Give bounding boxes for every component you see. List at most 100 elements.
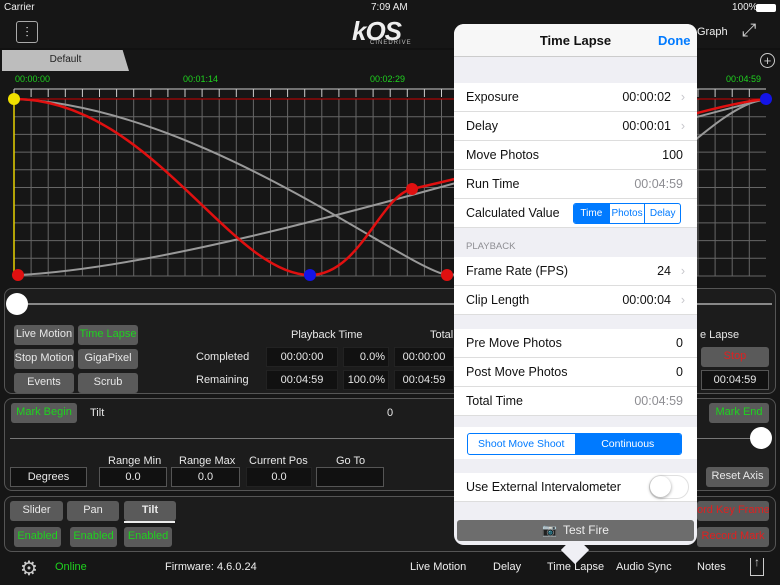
test-fire-button[interactable]: 📷 Test Fire	[457, 520, 694, 541]
axis-name: Tilt	[90, 407, 105, 419]
stop-button[interactable]: Stop	[701, 347, 769, 367]
move-photos-row[interactable]: Move Photos 100	[454, 141, 697, 170]
current-pos-field: 0.0	[246, 467, 312, 487]
remaining-time: 00:04:59	[266, 370, 338, 390]
mixer-settings-button[interactable]: ⫶	[16, 21, 38, 43]
run-time-value: 00:04:59	[634, 177, 683, 191]
camera-icon: 📷	[542, 523, 557, 537]
external-intervalometer-toggle[interactable]	[649, 475, 689, 499]
pre-move-photos-row[interactable]: Pre Move Photos 0	[454, 329, 697, 358]
total-time-row: Total Time 00:04:59	[454, 387, 697, 416]
calc-option-photos[interactable]: Photos	[608, 204, 645, 223]
axis-slider-thumb[interactable]	[750, 427, 772, 449]
playback-time-header: Playback Time	[291, 329, 363, 341]
shoot-move-shoot-option[interactable]: Shoot Move Shoot	[468, 434, 575, 454]
events-mode-button[interactable]: Events	[14, 373, 74, 393]
range-min-field[interactable]: 0.0	[99, 467, 167, 487]
axis-tab-tilt[interactable]: Tilt	[124, 501, 176, 521]
exposure-value: 00:00:02	[622, 90, 671, 104]
calc-option-delay[interactable]: Delay	[644, 204, 680, 223]
post-move-photos-row[interactable]: Post Move Photos 0	[454, 358, 697, 387]
frame-rate-label: Frame Rate (FPS)	[466, 264, 569, 278]
stop-motion-mode-button[interactable]: Stop Motion	[14, 349, 74, 369]
mode-header: e Lapse	[700, 329, 740, 341]
range-max-field[interactable]: 0.0	[171, 467, 240, 487]
gear-icon[interactable]: ⚙	[20, 556, 38, 581]
tab-notes[interactable]: Notes	[697, 561, 726, 573]
delay-label: Delay	[466, 119, 498, 133]
gigapixel-mode-button[interactable]: GigaPixel	[78, 349, 138, 369]
live-motion-mode-button[interactable]: Live Motion	[14, 325, 74, 345]
scrub-slider-thumb[interactable]	[6, 293, 28, 315]
time-label-2: 00:02:29	[370, 74, 406, 84]
record-mark-button[interactable]: Record Mark	[697, 527, 769, 547]
record-key-frame-button[interactable]: ord Key Frame	[697, 501, 769, 521]
completed-total: 00:00:00	[394, 347, 454, 367]
keyframe-point	[760, 93, 772, 105]
add-icon[interactable]: +	[760, 53, 775, 68]
clip-length-row[interactable]: Clip Length 00:00:04 ›	[454, 286, 697, 315]
expand-icon[interactable]: ⤢	[742, 20, 756, 41]
remaining-label: Remaining	[196, 374, 249, 386]
completed-time: 00:00:00	[266, 347, 338, 367]
mark-begin-button[interactable]: Mark Begin	[11, 403, 77, 423]
run-time-label: Run Time	[466, 177, 520, 191]
tab-audio-sync[interactable]: Audio Sync	[616, 561, 672, 573]
mark-end-button[interactable]: Mark End	[709, 403, 769, 423]
share-icon[interactable]: ↑	[750, 556, 764, 576]
total-time-value: 00:04:59	[634, 394, 683, 408]
playback-section-header: PLAYBACK	[466, 241, 516, 252]
frame-rate-value: 24	[657, 264, 671, 278]
tilt-enabled-toggle[interactable]: Enabled	[124, 527, 172, 547]
move-photos-value[interactable]: 100	[662, 141, 683, 170]
keyframe-point	[441, 269, 453, 281]
post-move-photos-value[interactable]: 0	[676, 358, 683, 387]
chevron-right-icon: ›	[680, 264, 685, 278]
time-lapse-mode-button[interactable]: Time Lapse	[78, 325, 138, 345]
tab-live-motion[interactable]: Live Motion	[410, 561, 466, 573]
keyframe-point	[8, 93, 20, 105]
frame-rate-row[interactable]: Frame Rate (FPS) 24 ›	[454, 257, 697, 286]
connection-status: Online	[55, 561, 87, 573]
clock: 7:09 AM	[371, 2, 408, 13]
continuous-option[interactable]: Continuous	[574, 434, 681, 454]
remaining-total: 00:04:59	[394, 370, 454, 390]
carrier: Carrier	[4, 2, 35, 13]
pre-move-photos-label: Pre Move Photos	[466, 336, 562, 350]
external-intervalometer-row: Use External Intervalometer	[454, 473, 697, 502]
run-total: 00:04:59	[701, 370, 769, 390]
units-field[interactable]: Degrees	[10, 467, 87, 487]
delay-row[interactable]: Delay 00:00:01 ›	[454, 112, 697, 141]
selected-tab-underline	[124, 521, 175, 523]
completed-label: Completed	[196, 351, 250, 363]
chevron-right-icon: ›	[680, 293, 685, 307]
pre-move-photos-value[interactable]: 0	[676, 329, 683, 358]
reset-axis-button[interactable]: Reset Axis	[706, 467, 769, 487]
preset-tab-default[interactable]: Default	[2, 50, 129, 71]
axis-tab-slider[interactable]: Slider	[10, 501, 63, 521]
range-max-label: Range Max	[179, 455, 236, 467]
calc-option-time[interactable]: Time	[574, 204, 609, 223]
axis-tab-pan[interactable]: Pan	[67, 501, 119, 521]
sliders-icon: ⫶	[25, 24, 29, 40]
scrub-mode-button[interactable]: Scrub	[78, 373, 138, 393]
logo-sub: CINEDRIVE	[370, 40, 412, 46]
goto-field[interactable]	[316, 467, 384, 487]
post-move-photos-label: Post Move Photos	[466, 365, 568, 379]
battery-percent: 100%	[732, 2, 758, 13]
total-header: Total	[430, 329, 454, 341]
exposure-row[interactable]: Exposure 00:00:02 ›	[454, 83, 697, 112]
chevron-right-icon: ›	[680, 119, 685, 133]
time-label-1: 00:01:14	[183, 74, 219, 84]
run-time-row: Run Time 00:04:59	[454, 170, 697, 199]
tab-delay[interactable]: Delay	[493, 561, 521, 573]
test-fire-label: Test Fire	[562, 523, 609, 537]
done-button[interactable]: Done	[658, 33, 691, 48]
delay-value: 00:00:01	[622, 119, 671, 133]
slider-enabled-toggle[interactable]: Enabled	[14, 527, 61, 547]
pan-enabled-toggle[interactable]: Enabled	[70, 527, 117, 547]
battery-icon	[756, 4, 776, 12]
move-photos-label: Move Photos	[466, 148, 539, 162]
current-pos-label: Current Pos	[249, 455, 308, 467]
graph-label[interactable]: Graph	[697, 26, 728, 38]
